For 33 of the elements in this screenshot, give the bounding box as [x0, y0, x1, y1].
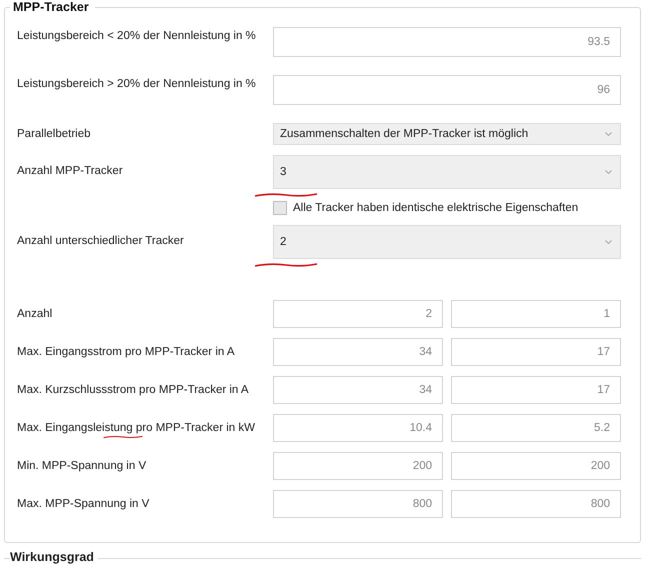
field-label: Max. MPP-Spannung in V — [17, 497, 150, 512]
checkbox[interactable] — [273, 201, 287, 215]
field-label: Parallelbetrieb — [17, 127, 92, 142]
input-field[interactable]: 2 — [273, 300, 443, 328]
input-field[interactable]: 93.5 — [273, 27, 621, 57]
group-title: Wirkungsgrad — [10, 550, 98, 564]
input-field[interactable]: 17 — [451, 338, 621, 366]
caret-icon — [605, 240, 612, 244]
input-field[interactable]: 34 — [273, 338, 443, 366]
field-label: Anzahl MPP-Tracker — [17, 164, 124, 179]
checkbox-label: Alle Tracker haben identische elektrische Eigenschaften — [293, 202, 578, 214]
field-label: Leistungsbereich > 20% der Nennleistung in % — [17, 77, 257, 92]
group-title: MPP-Tracker — [10, 0, 95, 14]
input-field[interactable]: 800 — [451, 490, 621, 518]
caret-icon — [605, 170, 612, 174]
field-label: Anzahl — [17, 307, 54, 322]
input-field[interactable]: 800 — [273, 490, 443, 518]
caret-icon — [605, 132, 612, 136]
input-field[interactable]: 1 — [451, 300, 621, 328]
field-label: Max. Eingangsleistung pro MPP-Tracker in kW — [17, 419, 273, 437]
dropdown[interactable]: Zusammenschalten der MPP-Tracker ist möglich — [273, 123, 621, 145]
input-field[interactable]: 200 — [273, 452, 443, 480]
input-field[interactable]: 96 — [273, 75, 621, 105]
input-field[interactable]: 200 — [451, 452, 621, 480]
field-label: Max. Kurzschlussstrom pro MPP-Tracker in A — [17, 383, 250, 398]
input-field[interactable]: 17 — [451, 376, 621, 404]
field-label: Min. MPP-Spannung in V — [17, 459, 148, 474]
input-field[interactable]: 5.2 — [451, 414, 621, 442]
field-label: Leistungsbereich < 20% der Nennleistung in % — [17, 29, 257, 44]
field-label: Max. Eingangsstrom pro MPP-Tracker in A — [17, 345, 236, 360]
field-label: Anzahl unterschiedlicher Tracker — [17, 234, 185, 249]
input-field[interactable]: 10.4 — [273, 414, 443, 442]
input-field[interactable]: 34 — [273, 376, 443, 404]
